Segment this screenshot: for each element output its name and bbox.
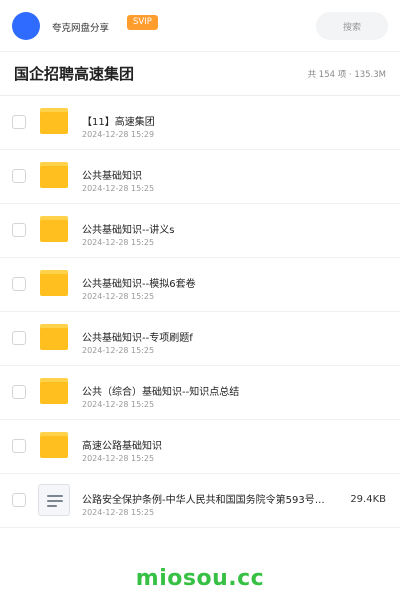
folder-stats: 共 154 项 · 135.3M bbox=[307, 69, 386, 80]
row-checkbox[interactable] bbox=[12, 223, 26, 237]
file-name: 公共基础知识 bbox=[82, 171, 142, 182]
file-name: 公共基础知识--模拟6套卷 bbox=[82, 279, 196, 290]
folder-icon bbox=[40, 324, 68, 350]
file-name: 高速公路基础知识 bbox=[82, 441, 162, 452]
file-date: 2024-12-28 15:29 bbox=[82, 130, 155, 139]
file-row[interactable]: 公共基础知识 2024-12-28 15:25 bbox=[0, 150, 400, 204]
file-row[interactable]: 公共基础知识--专项刷题f 2024-12-28 15:25 bbox=[0, 312, 400, 366]
file-name: 公共基础知识--专项刷题f bbox=[82, 333, 193, 344]
user-name: 夸克网盘分享 bbox=[52, 22, 110, 34]
file-date: 2024-12-28 15:25 bbox=[82, 454, 155, 463]
folder-icon bbox=[40, 216, 68, 242]
page-title: 国企招聘高速集团 bbox=[14, 65, 135, 83]
file-row[interactable]: 【11】高速集团 2024-12-28 15:29 bbox=[0, 96, 400, 150]
file-size: 29.4KB bbox=[350, 494, 386, 505]
row-checkbox[interactable] bbox=[12, 385, 26, 399]
folder-icon bbox=[40, 432, 68, 458]
search-button[interactable]: 搜索 bbox=[316, 12, 388, 40]
file-date: 2024-12-28 15:25 bbox=[82, 400, 155, 409]
folder-icon bbox=[40, 162, 68, 188]
file-date: 2024-12-28 15:25 bbox=[82, 292, 155, 301]
file-name: 公共（综合）基础知识--知识点总结 bbox=[82, 387, 240, 398]
file-name: 公共基础知识--讲义s bbox=[82, 225, 175, 236]
row-checkbox[interactable] bbox=[12, 439, 26, 453]
document-icon bbox=[38, 484, 70, 516]
page: 夸克网盘分享 SVIP 搜索 国企招聘高速集团 共 154 项 · 135.3M… bbox=[0, 0, 400, 600]
row-checkbox[interactable] bbox=[12, 493, 26, 507]
file-row[interactable]: 公共（综合）基础知识--知识点总结 2024-12-28 15:25 bbox=[0, 366, 400, 420]
file-row[interactable]: 高速公路基础知识 2024-12-28 15:25 bbox=[0, 420, 400, 474]
watermark: miosou.cc bbox=[135, 566, 265, 591]
folder-title-row: 国企招聘高速集团 共 154 项 · 135.3M bbox=[0, 52, 400, 96]
avatar[interactable] bbox=[12, 11, 40, 40]
file-date: 2024-12-28 15:25 bbox=[82, 346, 155, 355]
svip-badge: SVIP bbox=[127, 15, 158, 30]
file-date: 2024-12-28 15:25 bbox=[82, 184, 155, 193]
file-list: 【11】高速集团 2024-12-28 15:29 公共基础知识 2024-12… bbox=[0, 96, 400, 528]
file-row[interactable]: 公共基础知识--模拟6套卷 2024-12-28 15:25 bbox=[0, 258, 400, 312]
file-row[interactable]: 公共基础知识--讲义s 2024-12-28 15:25 bbox=[0, 204, 400, 258]
row-checkbox[interactable] bbox=[12, 169, 26, 183]
row-checkbox[interactable] bbox=[12, 115, 26, 129]
header: 夸克网盘分享 SVIP 搜索 bbox=[0, 0, 400, 52]
file-row[interactable]: 公路安全保护条例-中华人民共和国国务院令第593号… 2024-12-28 15… bbox=[0, 474, 400, 528]
row-checkbox[interactable] bbox=[12, 277, 26, 291]
file-name: 公路安全保护条例-中华人民共和国国务院令第593号… bbox=[82, 495, 325, 506]
folder-icon bbox=[40, 270, 68, 296]
row-checkbox[interactable] bbox=[12, 331, 26, 345]
folder-icon bbox=[40, 108, 68, 134]
folder-icon bbox=[40, 378, 68, 404]
file-date: 2024-12-28 15:25 bbox=[82, 508, 155, 517]
file-date: 2024-12-28 15:25 bbox=[82, 238, 155, 247]
file-name: 【11】高速集团 bbox=[82, 117, 155, 128]
